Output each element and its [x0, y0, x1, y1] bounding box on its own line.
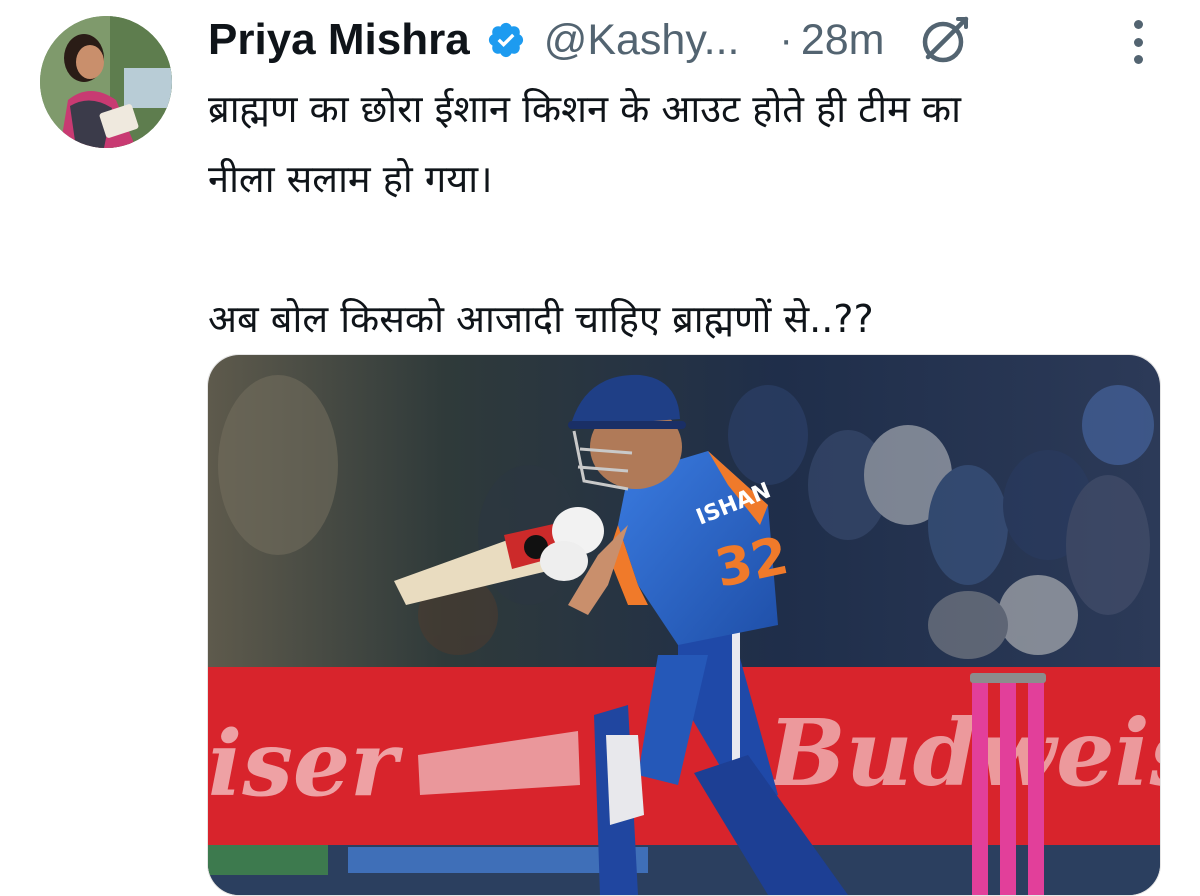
tweet-text: ब्राह्मण का छोरा ईशान किशन के आउट होते ह…	[208, 74, 1178, 354]
tweet-image[interactable]: iser Budweiser	[207, 354, 1161, 896]
tweet-timestamp[interactable]: 28m	[801, 16, 885, 65]
author-avatar[interactable]	[40, 16, 172, 148]
tweet-text-line: अब बोल किसको आजादी चाहिए ब्राह्मणों से..…	[208, 297, 874, 341]
more-dot	[1133, 37, 1143, 47]
verified-badge-icon	[486, 20, 526, 60]
author-handle[interactable]: @Kashy...	[544, 16, 740, 65]
banner-text-right: Budweiser	[765, 699, 1160, 807]
author-name[interactable]: Priya Mishra	[208, 15, 470, 65]
tweet-header: Priya Mishra @Kashy... · 28m	[208, 10, 1168, 70]
tweet-text-line: नीला सलाम हो गया।	[208, 157, 493, 201]
tweet-text-line: ब्राह्मण का छोरा ईशान किशन के आउट होते ह…	[208, 87, 961, 131]
more-dot	[1133, 20, 1143, 29]
more-dot	[1133, 55, 1143, 64]
banner-text-left: iser	[208, 711, 403, 817]
grok-icon[interactable]	[918, 13, 972, 67]
separator-dot: ·	[779, 17, 793, 62]
more-options-icon[interactable]	[1128, 20, 1148, 64]
